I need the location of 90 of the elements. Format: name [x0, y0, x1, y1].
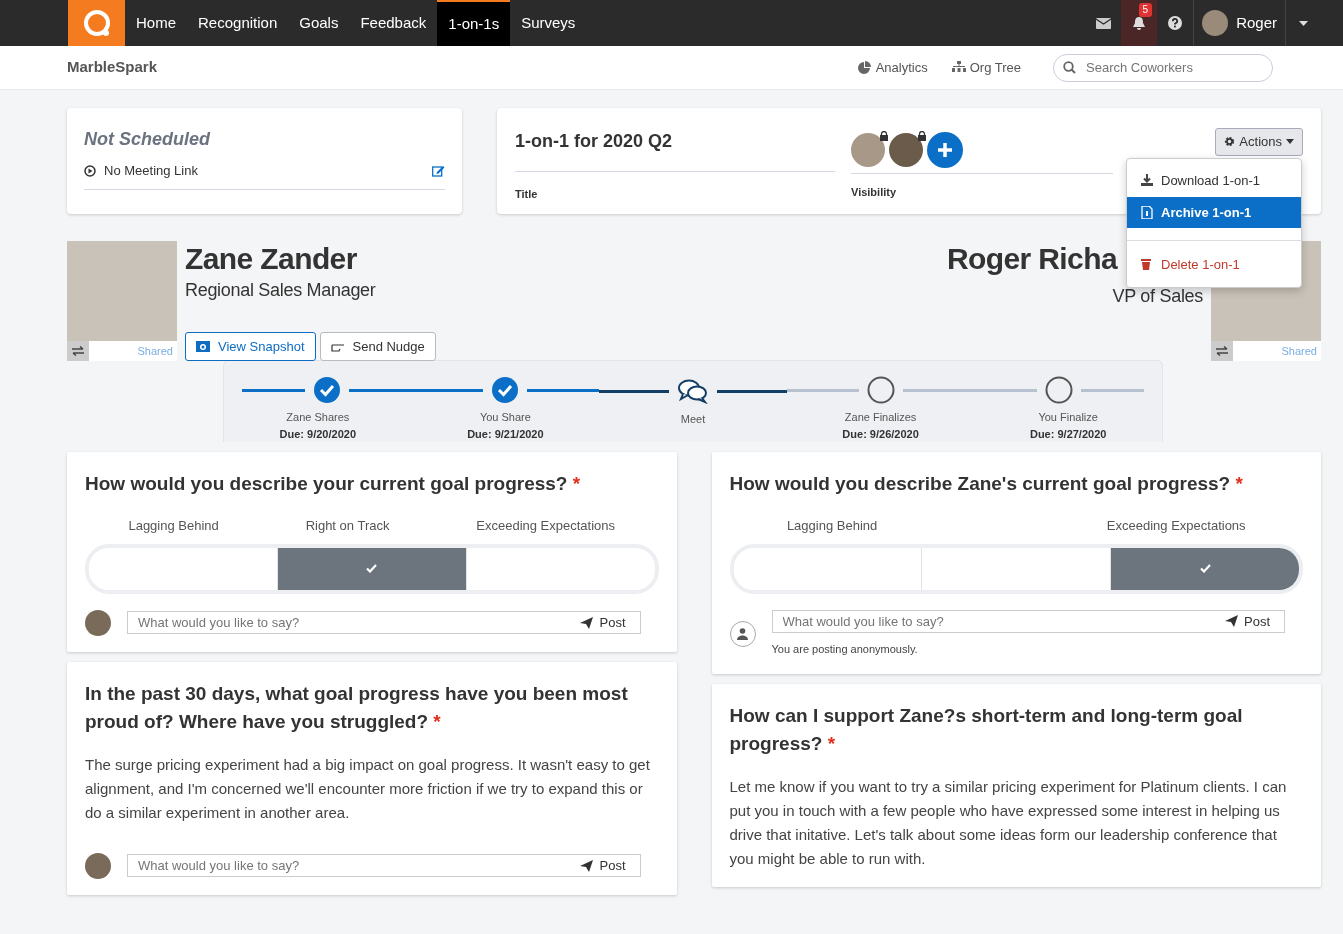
meeting-link-text: No Meeting Link [104, 162, 198, 180]
step-due-date: Due: 9/27/2020 [1029, 426, 1107, 442]
bell-icon[interactable] [1132, 15, 1147, 31]
rating-segment[interactable] [277, 547, 467, 590]
download-icon [1141, 174, 1153, 188]
comment-field[interactable]: What would you like to say? Post [771, 609, 1285, 633]
check-icon [1199, 564, 1211, 573]
avatar [851, 132, 885, 167]
rating-option-label: Exceeding Expectations [476, 517, 616, 533]
lock-icon [880, 130, 888, 141]
nav-tab[interactable]: Feedback [349, 0, 438, 46]
one-on-one-title: 1-on-1 for 2020 Q2 [515, 128, 835, 172]
step-label: You Share [479, 410, 531, 425]
avatar [1202, 10, 1229, 36]
brand-name[interactable]: MarbleSpark [67, 56, 158, 79]
file-icon [1141, 205, 1153, 219]
mail-icon[interactable] [1095, 17, 1111, 29]
nav-tab[interactable]: Recognition [187, 0, 289, 46]
menu-item[interactable]: Archive 1-on-1 [1127, 196, 1301, 228]
rating-scale[interactable] [85, 543, 659, 594]
search-icon [1063, 60, 1076, 74]
nav-tab[interactable]: Goals [288, 0, 350, 46]
answer-text: Let me know if you want to try a similar pricing experiment for Platinum clients. I can put you in touch with a few people who have expressed some interest in helping us drive that initative. Let's talk about some ideas form our leadership conference that you might be able to run with. [729, 776, 1288, 869]
post-button[interactable]: Post [574, 854, 632, 877]
step-label: Meet [680, 412, 706, 427]
help-icon[interactable] [1168, 16, 1183, 30]
pie-chart-icon [857, 61, 872, 74]
step-label: You Finalize [1038, 410, 1098, 425]
search-field[interactable]: Search Coworkers [1053, 53, 1273, 82]
nav-link[interactable]: Org Tree [951, 57, 1021, 78]
rating-option-label: Right on Track [305, 517, 390, 533]
swap-icon[interactable] [67, 341, 89, 361]
nudge-button[interactable]: Send Nudge [319, 331, 436, 361]
check-icon [366, 564, 378, 573]
person-role: Regional Sales Manager [185, 279, 377, 302]
rating-option-label: Lagging Behind [128, 517, 219, 533]
plus-icon [937, 141, 953, 158]
menu-item[interactable]: Download 1-on-1 [1127, 165, 1301, 197]
post-button[interactable]: Post [574, 611, 632, 634]
notification-badge: 5 [1138, 3, 1153, 17]
rating-segment[interactable] [1111, 547, 1299, 590]
caret-icon [1286, 139, 1294, 145]
send-icon [580, 616, 594, 629]
nav-tab[interactable]: 1-on-1s [437, 0, 511, 46]
gear-icon [1224, 136, 1236, 148]
caret-icon[interactable] [1299, 20, 1308, 26]
person-name: Zane Zander [185, 241, 358, 277]
add-button[interactable] [927, 131, 963, 168]
swap-icon[interactable] [1211, 341, 1233, 361]
post-button[interactable]: Post [1219, 610, 1276, 632]
nav-tab[interactable]: Home [125, 0, 187, 46]
step-due-date: Due: 9/26/2020 [842, 426, 919, 442]
send-icon [580, 859, 594, 872]
person-name: Roger Richa [946, 241, 1117, 277]
answer-text: The surge pricing experiment had a big impact on goal progress. It wasn't easy to get alignment, and I'm concerned we'll encounter more friction if we try to expand this or do a similar experiment in another area. [85, 754, 651, 823]
org-chart-icon [951, 61, 966, 74]
field-label: Title [515, 187, 539, 202]
field-label: Visibility [851, 185, 898, 200]
logo-icon[interactable] [68, 0, 125, 46]
step-label: Zane Shares [286, 410, 350, 425]
avatar [889, 132, 923, 167]
step-label: Zane Finalizes [844, 410, 917, 425]
question-text: How can I support Zane?s short-term and long-term goal progress? * [729, 703, 1244, 756]
step-due-date: Due: 9/21/2020 [467, 426, 544, 442]
question-text: How would you describe Zane's current goal progress? * [729, 472, 1244, 496]
trash-icon [1141, 258, 1153, 272]
person-role: VP of Sales [1112, 285, 1203, 308]
rating-option-label: Exceeding Expectations [1106, 517, 1246, 533]
comment-field[interactable]: What would you like to say? Post [127, 853, 641, 878]
comment-field[interactable]: What would you like to say? Post [127, 610, 641, 635]
chat-bubbles-icon [677, 378, 709, 404]
snapshot-button[interactable]: View Snapshot [185, 331, 316, 361]
camera-icon [196, 340, 210, 352]
question-text: In the past 30 days, what goal progress have you been most proud of? Where have you struggled? * [85, 681, 629, 734]
rating-scale[interactable] [729, 543, 1303, 594]
shared-label: Shared [1281, 343, 1318, 359]
actions-button[interactable]: Actions [1215, 128, 1303, 156]
schedule-status: Not Scheduled [84, 128, 212, 151]
edit-icon[interactable] [432, 164, 445, 177]
nav-link[interactable]: Analytics [857, 57, 928, 78]
lock-icon [918, 130, 926, 141]
nav-tab[interactable]: Surveys [510, 0, 587, 46]
send-icon [1225, 615, 1238, 628]
play-icon [84, 164, 96, 177]
menu-item[interactable]: Delete 1-on-1 [1127, 249, 1301, 281]
step-due-date: Due: 9/20/2020 [279, 426, 356, 442]
anonymous-note: You are posting anonymously. [771, 642, 919, 657]
rating-option-label: Lagging Behind [786, 517, 878, 533]
shared-label: Shared [137, 343, 174, 359]
question-text: How would you describe your current goal progress? * [85, 472, 582, 496]
